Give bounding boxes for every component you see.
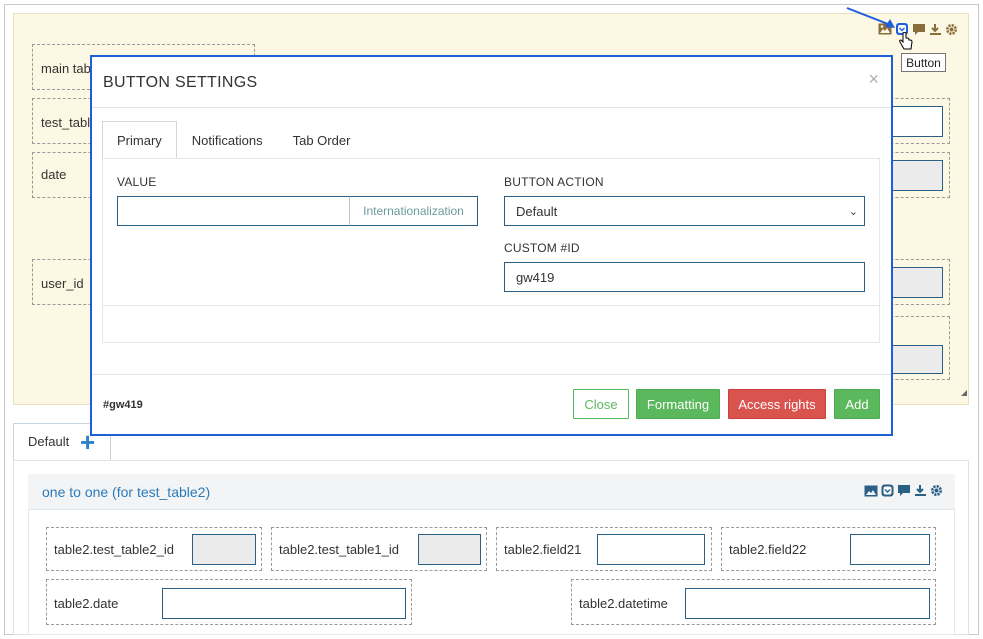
value-label: VALUE xyxy=(117,175,157,189)
gear-icon[interactable] xyxy=(930,484,943,497)
gear-icon[interactable] xyxy=(945,23,958,36)
field-label: table2.test_table2_id xyxy=(54,542,174,557)
custom-id-input[interactable]: gw419 xyxy=(504,262,865,292)
text-input[interactable] xyxy=(162,588,406,619)
field-container[interactable]: table2.test_table1_id xyxy=(271,527,487,571)
access-rights-button[interactable]: Access rights xyxy=(728,389,826,419)
field-label: user_id xyxy=(41,276,84,291)
tab-panel-primary: VALUE Internationalization BUTTON ACTION… xyxy=(102,158,880,343)
field-label: table2.field22 xyxy=(729,542,807,557)
section-toolbar xyxy=(864,484,943,497)
section-title: one to one (for test_table2) xyxy=(42,484,211,500)
add-button[interactable]: Add xyxy=(834,389,880,419)
close-icon[interactable]: × xyxy=(868,69,879,90)
field-container[interactable]: table2.datetime xyxy=(571,579,936,625)
tooltip: Button xyxy=(901,53,946,72)
modal-title: BUTTON SETTINGS xyxy=(103,74,258,91)
field-container[interactable]: table2.test_table2_id xyxy=(46,527,262,571)
modal-tabs: Primary Notifications Tab Order xyxy=(102,121,366,159)
field-label: table2.datetime xyxy=(579,596,668,611)
resize-grip[interactable] xyxy=(961,390,967,396)
footer-element-id: #gw419 xyxy=(103,399,143,411)
image-icon[interactable] xyxy=(864,485,878,497)
divider xyxy=(103,305,879,306)
hand-cursor-icon xyxy=(899,32,913,50)
text-input[interactable] xyxy=(192,534,256,565)
pointer-arrow-icon xyxy=(846,7,895,28)
button-action-label: BUTTON ACTION xyxy=(504,175,604,189)
divider xyxy=(92,374,891,375)
text-input[interactable] xyxy=(418,534,481,565)
field-label: table2.date xyxy=(54,596,119,611)
text-input[interactable] xyxy=(597,534,705,565)
section-header: one to one (for test_table2) xyxy=(28,474,955,510)
download-icon[interactable] xyxy=(914,484,927,497)
button-icon[interactable] xyxy=(881,484,894,497)
text-input[interactable] xyxy=(850,534,930,565)
download-icon[interactable] xyxy=(929,23,942,36)
chevron-down-icon: ⌄ xyxy=(848,206,858,218)
field-container[interactable]: table2.date xyxy=(46,579,412,625)
tab-default-label: Default xyxy=(28,434,70,449)
field-label: date xyxy=(41,167,67,182)
comment-icon[interactable] xyxy=(897,484,911,497)
button-settings-modal: BUTTON SETTINGS × Primary Notifications … xyxy=(90,55,893,436)
custom-id-label: CUSTOM #ID xyxy=(504,241,580,255)
comment-icon[interactable] xyxy=(912,23,926,36)
field-label: table2.field21 xyxy=(504,542,582,557)
field-container[interactable]: table2.field22 xyxy=(721,527,936,571)
value-input[interactable] xyxy=(117,196,350,226)
text-input[interactable] xyxy=(685,588,930,619)
field-label: test_table xyxy=(41,115,98,130)
field-label: table2.test_table1_id xyxy=(279,542,399,557)
field-container[interactable]: table2.field21 xyxy=(496,527,712,571)
tab-primary[interactable]: Primary xyxy=(102,121,177,159)
divider xyxy=(92,107,891,108)
button-action-select[interactable]: Default ⌄ xyxy=(504,196,865,226)
tooltip-text: Button xyxy=(906,55,941,70)
formatting-button[interactable]: Formatting xyxy=(636,389,720,419)
tab-order[interactable]: Tab Order xyxy=(278,121,366,158)
internationalization-button[interactable]: Internationalization xyxy=(349,196,478,226)
button-action-value: Default xyxy=(516,203,558,219)
tab-notifications[interactable]: Notifications xyxy=(177,121,278,158)
close-button[interactable]: Close xyxy=(573,389,629,419)
